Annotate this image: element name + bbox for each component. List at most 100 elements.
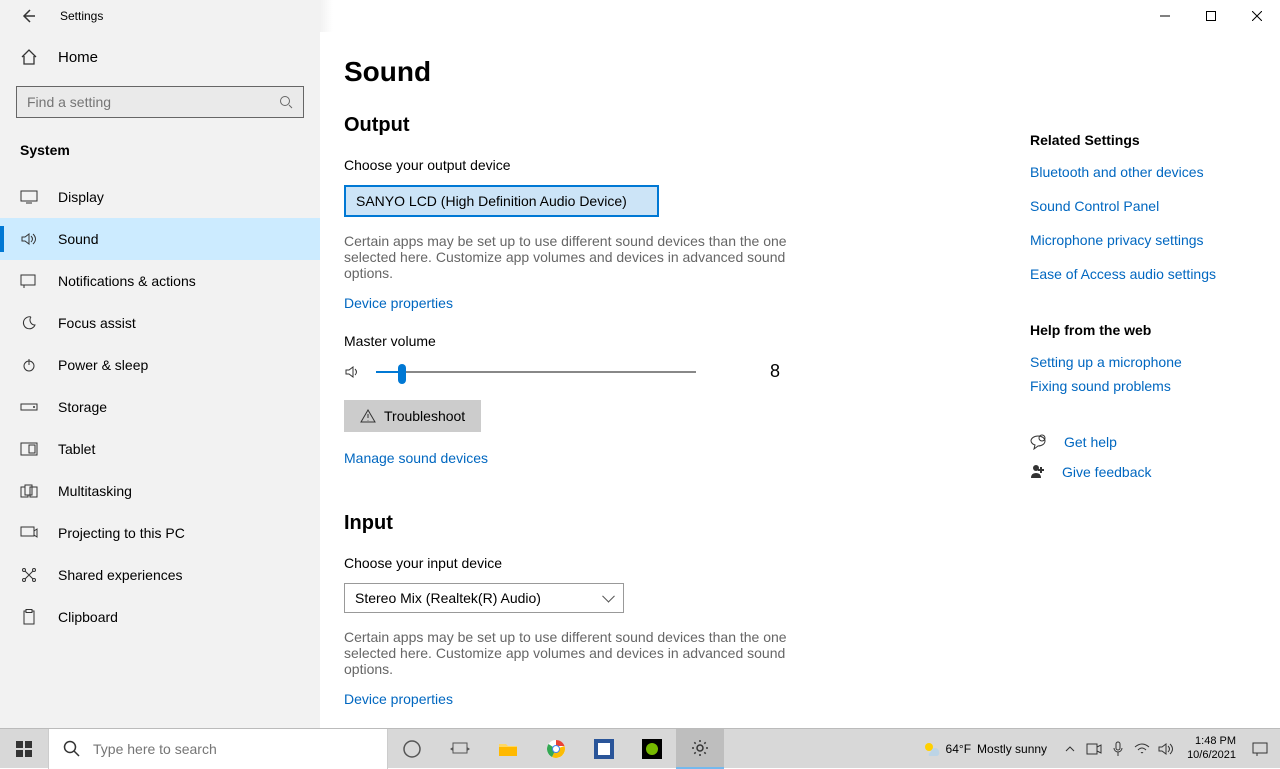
volume-value: 8	[770, 361, 780, 382]
rail-link-fixing-sound[interactable]: Fixing sound problems	[1030, 378, 1260, 394]
app-icon-1[interactable]	[580, 729, 628, 769]
tray-meet-now-icon[interactable]	[1085, 740, 1103, 758]
sidebar-item-label: Display	[58, 189, 104, 205]
tray-volume-icon[interactable]	[1157, 740, 1175, 758]
input-heading: Input	[344, 512, 1020, 535]
sidebar-item-label: Tablet	[58, 441, 95, 457]
output-device-dropdown[interactable]: SANYO LCD (High Definition Audio Device)	[344, 185, 659, 217]
maximize-button[interactable]	[1188, 0, 1234, 32]
sidebar-item-shared[interactable]: Shared experiences	[0, 554, 320, 596]
input-device-dropdown[interactable]: Stereo Mix (Realtek(R) Audio)	[344, 583, 624, 613]
chrome-icon[interactable]	[532, 729, 580, 769]
minimize-button[interactable]	[1142, 0, 1188, 32]
home-nav[interactable]: Home	[0, 32, 320, 86]
tray-chevron-icon[interactable]	[1061, 740, 1079, 758]
tray-wifi-icon[interactable]	[1133, 740, 1151, 758]
tray-microphone-icon[interactable]	[1109, 740, 1127, 758]
right-rail: Related Settings Bluetooth and other dev…	[1030, 132, 1260, 494]
give-feedback-row[interactable]: Give feedback	[1030, 464, 1260, 480]
sidebar-item-label: Power & sleep	[58, 357, 148, 373]
search-icon	[63, 740, 81, 758]
sidebar-item-focus[interactable]: Focus assist	[0, 302, 320, 344]
sidebar-item-label: Multitasking	[58, 483, 132, 499]
output-help-text: Certain apps may be set up to use differ…	[344, 233, 804, 281]
troubleshoot-button[interactable]: Troubleshoot	[344, 400, 481, 432]
output-heading: Output	[344, 114, 1020, 137]
feedback-icon	[1030, 464, 1046, 480]
start-button[interactable]	[0, 729, 48, 769]
search-icon	[279, 95, 293, 109]
weather-widget[interactable]: 64°F Mostly sunny	[914, 740, 1056, 758]
sidebar-item-label: Storage	[58, 399, 107, 415]
power-icon	[20, 356, 38, 374]
troubleshoot-label: Troubleshoot	[384, 408, 465, 424]
sidebar-item-label: Shared experiences	[58, 567, 183, 583]
sidebar-item-projecting[interactable]: Projecting to this PC	[0, 512, 320, 554]
help-from-web-heading: Help from the web	[1030, 322, 1260, 338]
get-help-link: Get help	[1064, 434, 1117, 450]
input-device-properties-link[interactable]: Device properties	[344, 691, 453, 707]
cortana-icon[interactable]	[388, 729, 436, 769]
rail-link-microphone-privacy[interactable]: Microphone privacy settings	[1030, 232, 1260, 248]
clipboard-icon	[20, 608, 38, 626]
sidebar-item-display[interactable]: Display	[0, 176, 320, 218]
sidebar-item-notifications[interactable]: Notifications & actions	[0, 260, 320, 302]
volume-slider[interactable]	[376, 371, 696, 373]
section-label: System	[0, 142, 320, 176]
file-explorer-icon[interactable]	[484, 729, 532, 769]
clock-date: 10/6/2021	[1187, 749, 1236, 762]
notifications-icon	[20, 272, 38, 290]
search-input[interactable]	[16, 86, 304, 118]
taskbar-clock[interactable]: 1:48 PM 10/6/2021	[1181, 735, 1242, 761]
output-choose-label: Choose your output device	[344, 157, 1020, 173]
back-icon[interactable]	[20, 8, 36, 24]
storage-icon	[20, 398, 38, 416]
output-device-value: SANYO LCD (High Definition Audio Device)	[356, 193, 627, 209]
output-device-properties-link[interactable]: Device properties	[344, 295, 453, 311]
settings-icon[interactable]	[676, 729, 724, 769]
give-feedback-link: Give feedback	[1062, 464, 1152, 480]
master-volume-label: Master volume	[344, 333, 1020, 349]
moon-icon	[20, 314, 38, 332]
action-center-icon[interactable]	[1248, 740, 1272, 758]
rail-link-setup-microphone[interactable]: Setting up a microphone	[1030, 354, 1260, 370]
input-choose-label: Choose your input device	[344, 555, 1020, 571]
get-help-row[interactable]: Get help	[1030, 434, 1260, 450]
rail-link-ease-of-access[interactable]: Ease of Access audio settings	[1030, 266, 1260, 282]
sidebar-item-label: Projecting to this PC	[58, 525, 185, 541]
sidebar-item-tablet[interactable]: Tablet	[0, 428, 320, 470]
rail-link-sound-control-panel[interactable]: Sound Control Panel	[1030, 198, 1260, 214]
taskbar: 64°F Mostly sunny 1:48 PM 10/6/2021	[0, 728, 1280, 768]
related-settings-heading: Related Settings	[1030, 132, 1260, 148]
tablet-icon	[20, 440, 38, 458]
window-title: Settings	[60, 9, 103, 23]
weather-icon	[922, 740, 940, 758]
home-icon	[20, 48, 38, 66]
home-label: Home	[58, 49, 98, 66]
sidebar-item-label: Notifications & actions	[58, 273, 196, 289]
sidebar-item-sound[interactable]: Sound	[0, 218, 320, 260]
sidebar-item-power[interactable]: Power & sleep	[0, 344, 320, 386]
nvidia-icon[interactable]	[628, 729, 676, 769]
task-view-icon[interactable]	[436, 729, 484, 769]
taskbar-search[interactable]	[48, 729, 388, 769]
weather-desc: Mostly sunny	[977, 742, 1047, 756]
sidebar: Home System Display Sound Notifications	[0, 32, 320, 728]
multitasking-icon	[20, 482, 38, 500]
volume-icon[interactable]	[344, 364, 362, 380]
weather-temp: 64°F	[946, 742, 971, 756]
sidebar-item-label: Clipboard	[58, 609, 118, 625]
sidebar-item-label: Focus assist	[58, 315, 136, 331]
content-area: Sound Output Choose your output device S…	[320, 32, 1280, 728]
clock-time: 1:48 PM	[1187, 735, 1236, 748]
sidebar-item-storage[interactable]: Storage	[0, 386, 320, 428]
warning-icon	[360, 409, 376, 423]
close-button[interactable]	[1234, 0, 1280, 32]
sidebar-item-clipboard[interactable]: Clipboard	[0, 596, 320, 638]
sidebar-item-multitasking[interactable]: Multitasking	[0, 470, 320, 512]
input-device-value: Stereo Mix (Realtek(R) Audio)	[355, 590, 541, 606]
titlebar: Settings	[0, 0, 1280, 32]
sound-icon	[20, 230, 38, 248]
rail-link-bluetooth[interactable]: Bluetooth and other devices	[1030, 164, 1260, 180]
manage-sound-devices-link[interactable]: Manage sound devices	[344, 450, 488, 466]
